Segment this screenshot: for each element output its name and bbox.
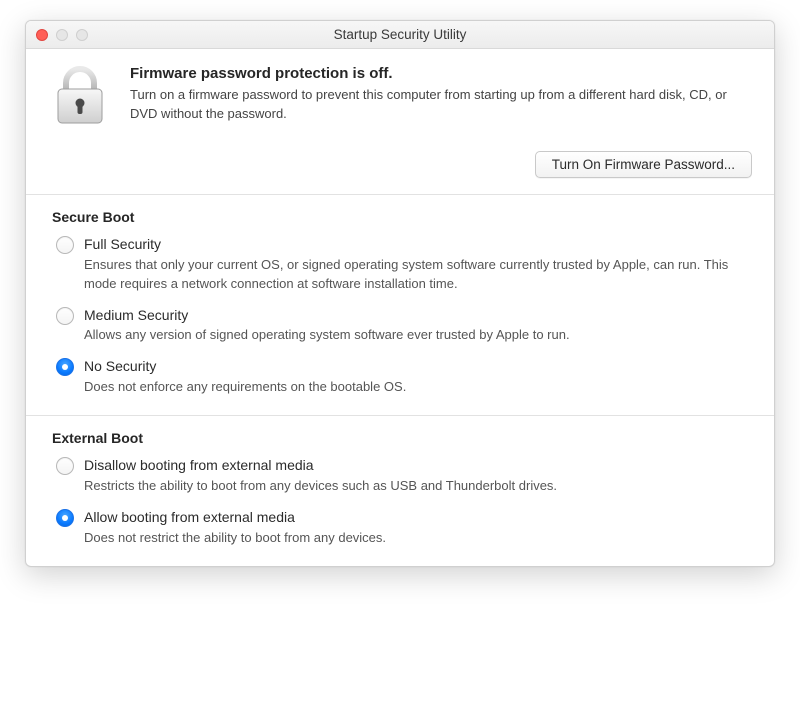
titlebar: Startup Security Utility bbox=[26, 21, 774, 49]
secure-boot-section: Secure Boot Full Security Ensures that o… bbox=[26, 195, 774, 415]
option-label: Allow booting from external media bbox=[84, 508, 748, 527]
option-label: No Security bbox=[84, 357, 748, 376]
window-title: Startup Security Utility bbox=[26, 27, 774, 42]
turn-on-firmware-password-button[interactable]: Turn On Firmware Password... bbox=[535, 151, 752, 178]
option-label: Full Security bbox=[84, 235, 748, 254]
radio-icon bbox=[56, 509, 74, 527]
secure-boot-option-medium[interactable]: Medium Security Allows any version of si… bbox=[52, 306, 748, 346]
external-boot-title: External Boot bbox=[52, 430, 748, 446]
external-boot-option-disallow[interactable]: Disallow booting from external media Res… bbox=[52, 456, 748, 496]
window-controls bbox=[26, 29, 88, 41]
window: Startup Security Utility bbox=[25, 20, 775, 567]
firmware-description: Turn on a firmware password to prevent t… bbox=[130, 86, 752, 124]
option-label: Medium Security bbox=[84, 306, 748, 325]
option-description: Ensures that only your current OS, or si… bbox=[84, 256, 748, 294]
option-description: Does not restrict the ability to boot fr… bbox=[84, 529, 748, 548]
option-label: Disallow booting from external media bbox=[84, 456, 748, 475]
firmware-password-panel: Firmware password protection is off. Tur… bbox=[26, 49, 774, 195]
option-description: Restricts the ability to boot from any d… bbox=[84, 477, 748, 496]
radio-icon bbox=[56, 457, 74, 475]
radio-icon bbox=[56, 236, 74, 254]
firmware-heading: Firmware password protection is off. bbox=[130, 65, 752, 82]
radio-icon bbox=[56, 358, 74, 376]
secure-boot-option-full[interactable]: Full Security Ensures that only your cur… bbox=[52, 235, 748, 294]
option-description: Allows any version of signed operating s… bbox=[84, 326, 748, 345]
minimize-window-button[interactable] bbox=[56, 29, 68, 41]
secure-boot-title: Secure Boot bbox=[52, 209, 748, 225]
close-window-button[interactable] bbox=[36, 29, 48, 41]
lock-icon bbox=[48, 65, 112, 127]
zoom-window-button[interactable] bbox=[76, 29, 88, 41]
option-description: Does not enforce any requirements on the… bbox=[84, 378, 748, 397]
external-boot-option-allow[interactable]: Allow booting from external media Does n… bbox=[52, 508, 748, 548]
secure-boot-option-none[interactable]: No Security Does not enforce any require… bbox=[52, 357, 748, 397]
external-boot-section: External Boot Disallow booting from exte… bbox=[26, 415, 774, 565]
radio-icon bbox=[56, 307, 74, 325]
